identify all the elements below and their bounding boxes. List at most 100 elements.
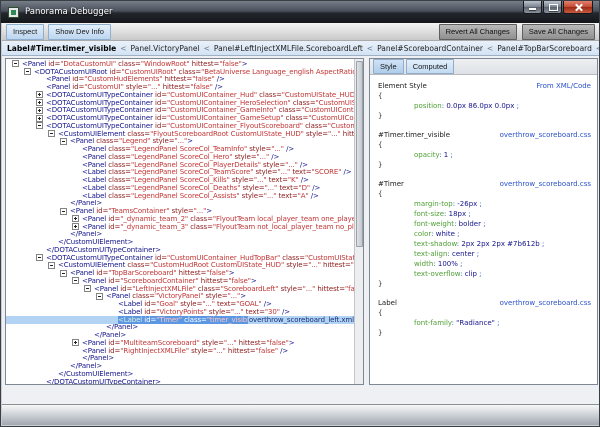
inspect-button[interactable]: Inspect: [6, 23, 45, 40]
css-property[interactable]: text-shadow: 2px 2px 2px #7b612b ;: [378, 239, 591, 249]
tree-row[interactable]: </Panel>: [6, 324, 354, 332]
expand-icon[interactable]: [72, 339, 79, 347]
tree-row[interactable]: </Panel>: [6, 362, 354, 370]
css-property[interactable]: width: 100% ;: [378, 259, 591, 269]
xml-node-text: <Panel class="VictoryPanel" style="...">: [106, 292, 246, 301]
tree-row[interactable]: <Label id="Goal" style="..." text="GOAL"…: [6, 300, 354, 308]
tree-row[interactable]: </CustomUIElement>: [6, 370, 354, 378]
tree-row[interactable]: <Panel id="CustomUI" style="..." hittest…: [6, 83, 354, 91]
tab-computed[interactable]: Computed: [405, 59, 455, 74]
tree-row[interactable]: <DOTACustomUITypeContainer id="CustomUIC…: [6, 254, 354, 262]
collapse-icon[interactable]: [36, 122, 43, 130]
tree-row[interactable]: <CustomUIElement class="FlyoutScoreboard…: [6, 130, 354, 138]
breadcrumb-item-4[interactable]: Panel#TopBarScoreboard: [497, 44, 592, 53]
collapse-icon[interactable]: [84, 285, 91, 293]
maximize-button[interactable]: [543, 1, 562, 14]
tree-row[interactable]: <Panel id="_dynamic_team_2" class="Flyou…: [6, 215, 354, 223]
tree-row[interactable]: <Panel id="LeftInjectXMLFile" class="Sco…: [6, 285, 354, 293]
collapse-icon[interactable]: [48, 130, 55, 138]
tree-row[interactable]: <DOTACustomUITypeContainer id="CustomUIC…: [6, 122, 354, 130]
tree-row[interactable]: <DOTACustomUITypeContainer id="CustomUIC…: [6, 91, 354, 99]
expand-icon[interactable]: [36, 91, 43, 99]
tree-row[interactable]: <Panel id="_dynamic_team_3" class="Flyou…: [6, 223, 354, 231]
expand-icon[interactable]: [36, 99, 43, 107]
expand-icon[interactable]: [36, 114, 43, 122]
tree-row[interactable]: <Panel id="DotaCustomUI" class="WindowRo…: [6, 60, 354, 68]
breadcrumb-item-3[interactable]: Panel#ScoreboardContainer: [377, 44, 483, 53]
css-property[interactable]: font-size: 18px ;: [378, 209, 591, 219]
tree-row[interactable]: <DOTACustomUITypeContainer id="CustomUIC…: [6, 106, 354, 114]
titlebar[interactable]: Panorama Debugger: [1, 1, 599, 23]
css-rule: #Timer.timer_visible overthrow_scoreboard…: [378, 130, 591, 170]
breadcrumb-item-0[interactable]: Label#Timer.timer_visible: [7, 44, 116, 53]
tree-row-selected[interactable]: <Label id="Timer" class="timer_visible" …: [6, 315, 354, 324]
xml-node-text: <Panel id="_dynamic_team_3" class="Flyou…: [82, 222, 354, 231]
tree-row[interactable]: </DOTACustomUITypeContainer>: [6, 378, 354, 384]
css-property[interactable]: text-overflow: clip ;: [378, 269, 591, 279]
collapse-icon[interactable]: [72, 277, 79, 285]
revert-all-changes-button[interactable]: Revert All Changes: [438, 23, 517, 40]
tree-scrollbar[interactable]: [354, 59, 363, 384]
css-property[interactable]: font-weight: bolder ;: [378, 219, 591, 229]
tree-row[interactable]: <Panel id="CustomHudElements" hittest="f…: [6, 76, 354, 84]
collapse-icon[interactable]: [60, 269, 67, 277]
tree-row[interactable]: <Panel class="VictoryPanel" style="...">: [6, 292, 354, 301]
xml-node-text: <Label class="LegendPanel ScoreCol_TeamS…: [82, 168, 352, 177]
save-all-changes-button[interactable]: Save All Changes: [521, 23, 595, 40]
breadcrumb-item-1[interactable]: Panel.VictoryPanel: [131, 44, 200, 53]
tree-row[interactable]: <DOTACustomUITypeContainer id="CustomUIC…: [6, 99, 354, 107]
css-property[interactable]: opacity: 1 ;: [378, 150, 591, 160]
breadcrumb-separator: <: [486, 43, 494, 53]
tree-row[interactable]: <Label class="LegendPanel ScoreCol_Death…: [6, 184, 354, 192]
tree-row[interactable]: <Panel id="TeamsContainer" style="...">: [6, 207, 354, 215]
css-source-link[interactable]: overthrow_scoreboard.css: [500, 130, 591, 140]
tree-row[interactable]: <Panel id="MultiteamScoreboard" style=".…: [6, 339, 354, 347]
collapse-icon[interactable]: [48, 261, 55, 269]
tree-row[interactable]: </Panel>: [6, 331, 354, 339]
breadcrumb-item-2[interactable]: Panel#LeftInjectXMLFile.ScoreboardLeft: [214, 44, 363, 53]
tree-row[interactable]: </Panel>: [6, 355, 354, 363]
css-source-link[interactable]: overthrow_scoreboard.css: [500, 179, 591, 189]
tree-row[interactable]: <Label id="VictoryPoints" style="..." te…: [6, 308, 354, 316]
css-property[interactable]: margin-top: -26px ;: [378, 199, 591, 209]
collapse-icon[interactable]: [96, 292, 103, 300]
collapse-icon[interactable]: [60, 207, 67, 215]
tree-row[interactable]: <Panel class="Legend" style="...">: [6, 137, 354, 145]
xml-node-text: <DOTACustomUITypeContainer id="CustomUIC…: [46, 114, 354, 122]
minimize-button[interactable]: [523, 1, 542, 14]
tab-style[interactable]: Style: [373, 59, 404, 74]
css-property[interactable]: font-family: "Radiance" ;: [378, 318, 591, 328]
tree-row[interactable]: </Panel>: [6, 231, 354, 239]
expand-icon[interactable]: [36, 106, 43, 114]
tree-row[interactable]: </CustomUIElement>: [6, 238, 354, 246]
css-property[interactable]: position: 0.0px 86.0px 0.0px ;: [378, 101, 591, 111]
tree-row[interactable]: <Panel class="LegendPanel ScoreCol_Playe…: [6, 161, 354, 169]
tree-row[interactable]: <Label class="LegendPanel ScoreCol_Assis…: [6, 192, 354, 200]
tree-row[interactable]: <Label class="LegendPanel ScoreCol_TeamS…: [6, 169, 354, 177]
css-property[interactable]: text-align: center ;: [378, 249, 591, 259]
tree-scrollbar-thumb[interactable]: [356, 61, 363, 247]
tree-row[interactable]: </Panel>: [6, 200, 354, 208]
tree-row[interactable]: <Panel id="RightInjectXMLFile" style="..…: [6, 347, 354, 355]
collapse-icon[interactable]: [60, 137, 67, 145]
close-button[interactable]: [563, 1, 593, 14]
tree-row[interactable]: <Panel class="LegendPanel ScoreCol_Hero"…: [6, 153, 354, 161]
show-dev-info-button[interactable]: Show Dev Info: [48, 23, 111, 40]
tree-row[interactable]: <Panel class="LegendPanel ScoreCol_TeamI…: [6, 145, 354, 153]
tree-row[interactable]: </DOTACustomUITypeContainer>: [6, 246, 354, 254]
css-source-link[interactable]: From XML/Code: [536, 81, 591, 91]
css-property[interactable]: color: white ;: [378, 229, 591, 239]
tree-row[interactable]: <Panel id="ScoreboardContainer" hittest=…: [6, 277, 354, 285]
tree-row[interactable]: <DOTACustomUIRoot id="CustomUIRoot" clas…: [6, 68, 354, 76]
xml-node-text: <Label class="LegendPanel ScoreCol_Death…: [82, 184, 321, 192]
tree-row[interactable]: <Panel id="TopBarScoreboard" hittest="fa…: [6, 269, 354, 277]
collapse-icon[interactable]: [36, 254, 43, 262]
tree-row[interactable]: <CustomUIElement class="CustomHudRoot Cu…: [6, 261, 354, 269]
css-source-link[interactable]: overthrow_scoreboard.css: [500, 298, 591, 308]
expand-icon[interactable]: [72, 223, 79, 231]
tree-row[interactable]: <Label class="LegendPanel ScoreCol_Kills…: [6, 176, 354, 184]
collapse-icon[interactable]: [24, 68, 31, 76]
collapse-icon[interactable]: [12, 60, 19, 68]
expand-icon[interactable]: [72, 215, 79, 223]
tree-row[interactable]: <DOTACustomUITypeContainer id="CustomUIC…: [6, 114, 354, 122]
